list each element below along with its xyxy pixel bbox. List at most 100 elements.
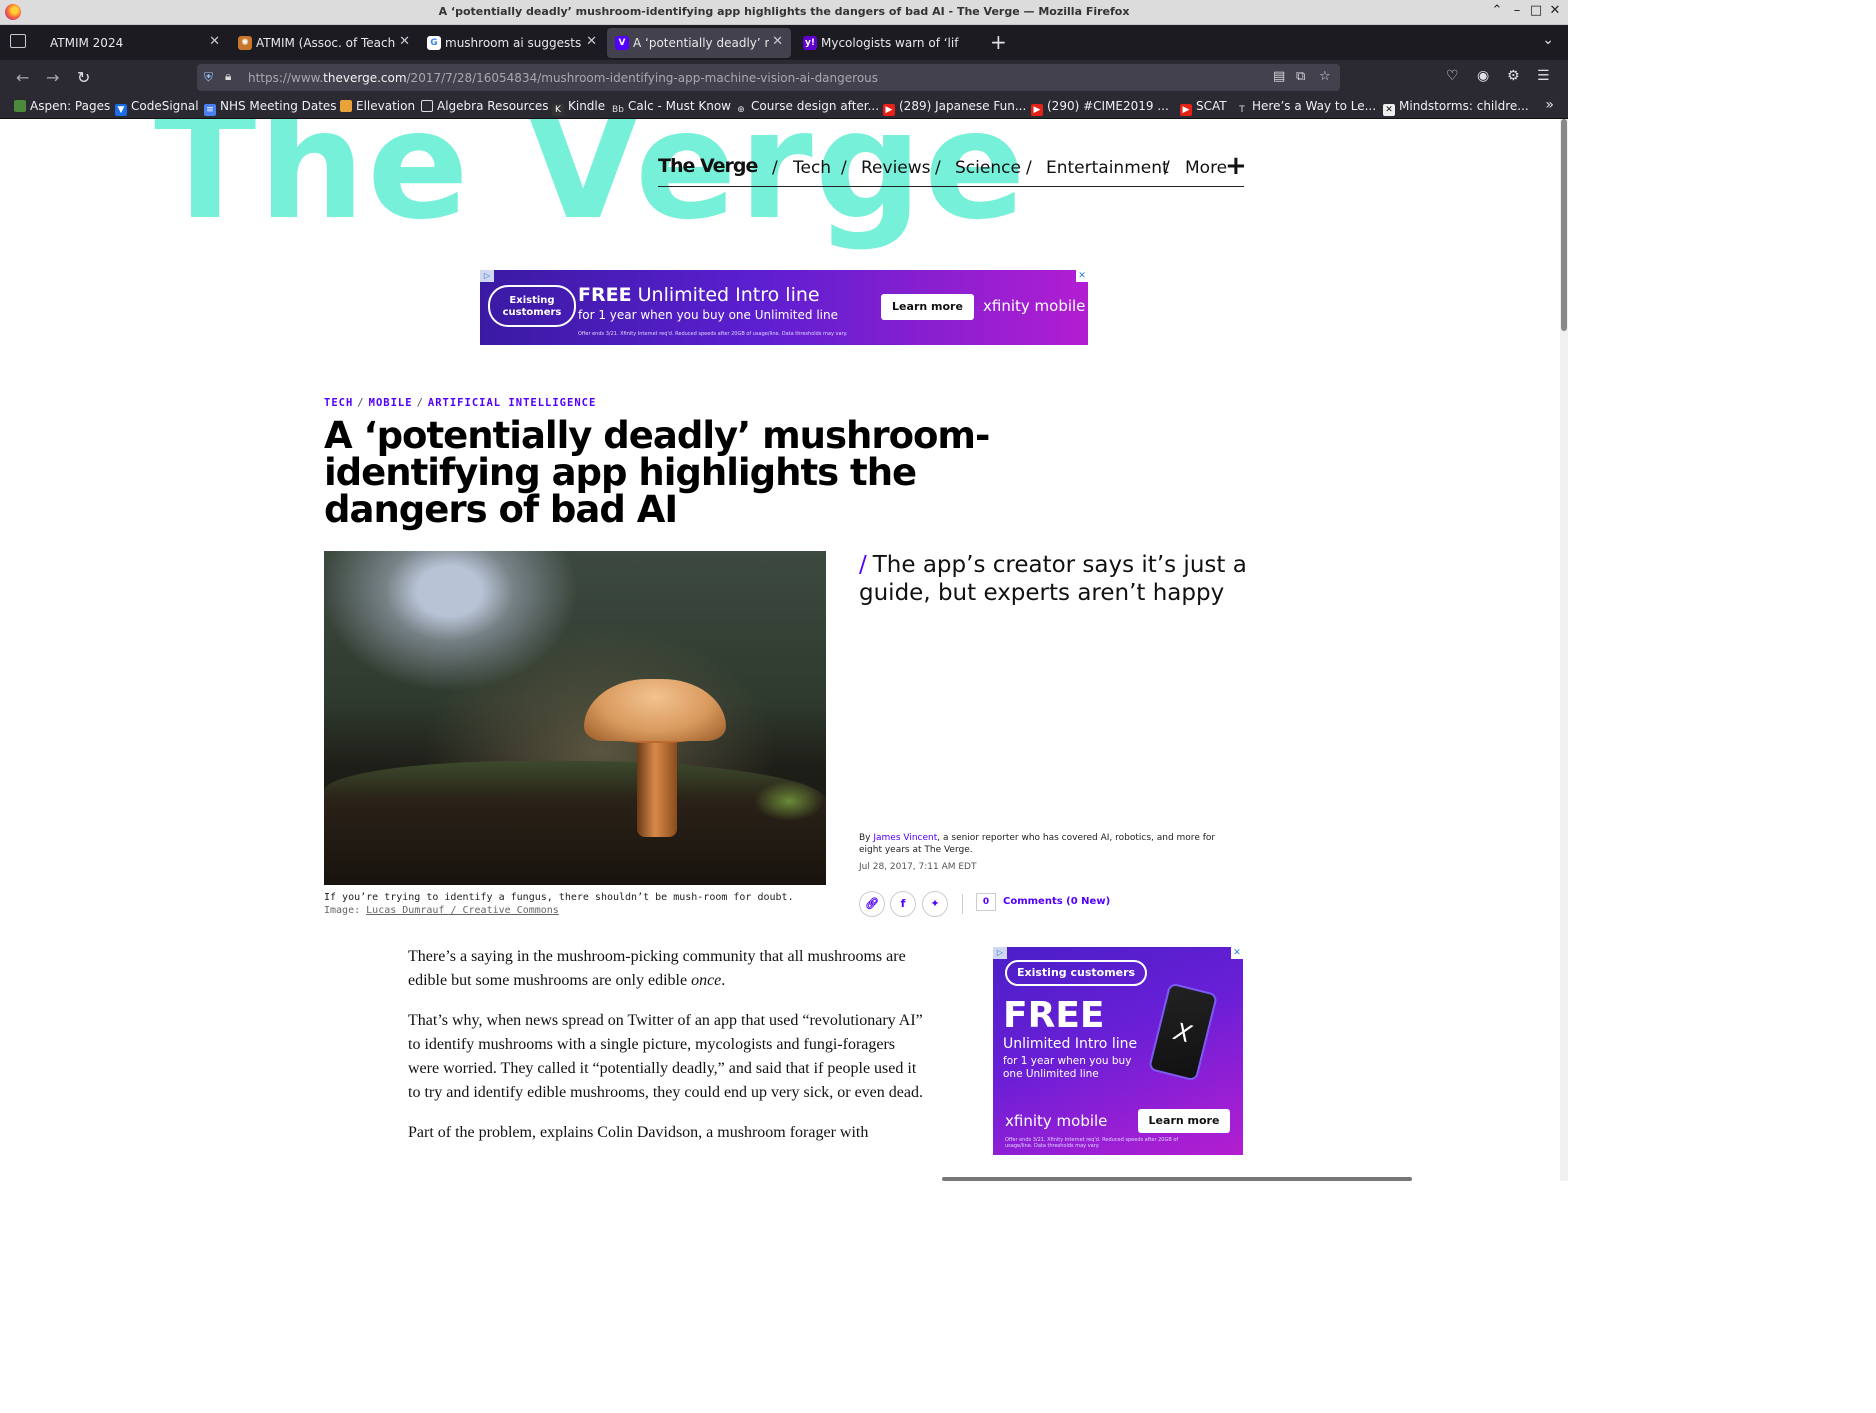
copy-link-icon[interactable]: 🔗︎ [859,891,885,917]
tab-label: ATMIM (Assoc. of Teachers [256,36,396,50]
menu-icon[interactable]: ☰ [1537,68,1550,84]
minimize-button[interactable]: – [1508,3,1526,18]
tab-close-icon[interactable]: ✕ [399,34,410,49]
nav-item-entertainment[interactable]: Entertainment [1046,158,1169,178]
bookmark-mindstorms[interactable]: ✕ Mindstorms: childre... [1383,99,1529,116]
youtube-icon: ▶ [1031,104,1043,116]
ad-learn-more-button[interactable]: Learn more [881,294,974,320]
list-all-tabs-icon[interactable]: ⌄ [1542,32,1554,48]
kindle-icon: K [552,104,564,116]
facebook-icon[interactable]: f [890,891,916,917]
x-logo-icon: X [1171,1017,1195,1049]
article-dek: / The app’s creator says it’s just a guid… [859,552,1247,606]
tab-google-search[interactable]: G mushroom ai suggests p ✕ [419,28,605,58]
scrollbar-thumb[interactable] [1561,119,1567,331]
ad-headline: FREE Unlimited Intro line [578,284,820,306]
address-bar[interactable]: ⛨ 🔒︎ https://www.theverge.com/2017/7/28/… [197,64,1340,91]
breadcrumb-tech[interactable]: TECH [324,397,353,409]
google-favicon-icon: G [427,36,441,50]
bookmark-algebra-resources[interactable]: Algebra Resources [421,99,549,113]
ad-close-icon[interactable]: ✕ [1076,270,1088,282]
reload-button[interactable]: ↻ [77,68,90,87]
tab-yahoo-mycologists[interactable]: y! Mycologists warn of ‘life [795,28,981,58]
ad-fineprint: Offer ends 3/21. Xfinity Internet req'd.… [578,331,848,337]
close-window-button[interactable]: ✕ [1546,3,1564,18]
nav-item-more[interactable]: More [1185,158,1227,178]
bookmark-calc-must-know[interactable]: Bb Calc - Must Know [612,99,731,116]
extensions-icon[interactable]: ⚙ [1507,68,1520,84]
horizontal-scroll-indicator[interactable] [942,1177,1412,1181]
picture-in-picture-icon[interactable]: ⧉ [1296,69,1305,84]
author-link[interactable]: James Vincent [873,833,937,843]
breadcrumb-mobile[interactable]: MOBILE [369,397,413,409]
reader-view-icon[interactable]: ▤ [1273,69,1285,84]
ad-close-icon[interactable]: ✕ [1231,947,1243,959]
image-mushroom-cap [584,679,726,741]
tab-overview-icon[interactable] [10,34,26,48]
folder-icon [421,100,433,112]
byline: By James Vincent, a senior reporter who … [859,833,1216,855]
article-headline: A ‘potentially deadly’ mushroom-identify… [324,414,990,531]
new-tab-button[interactable]: + [990,30,1007,54]
back-button[interactable]: ← [16,68,29,87]
xfinity-sidebar-ad[interactable]: ▷ ✕ Existing customers FREE Unlimited In… [993,947,1243,1155]
adchoices-icon[interactable]: ▷ [993,947,1007,959]
lock-icon[interactable]: 🔒︎ [225,69,231,84]
forward-button[interactable]: → [46,68,59,87]
tracking-shield-icon[interactable]: ⛨ [204,70,213,85]
codesignal-icon: ▼ [115,104,127,116]
paragraph: There’s a saying in the mushroom-picking… [408,948,906,989]
bookmark-ellevation[interactable]: Ellevation [340,99,415,113]
hero-image-mushroom[interactable] [324,551,826,885]
navigation-toolbar: ← → ↻ ⛨ 🔒︎ https://www.theverge.com/2017… [0,60,1568,95]
bookmark-kindle[interactable]: K Kindle [552,99,605,116]
more-bookmarks-icon[interactable]: » [1545,97,1554,113]
bookmark-nhs-meeting-dates[interactable]: ≡ NHS Meeting Dates [204,99,337,116]
bookmark-codesignal[interactable]: ▼ CodeSignal [115,99,199,116]
pocket-icon[interactable]: ♡ [1446,68,1459,84]
window-titlebar: A ‘potentially deadly’ mushroom-identify… [0,0,1568,25]
tab-label: mushroom ai suggests p [445,36,583,50]
bookmark-japanese-fun[interactable]: ▶ (289) Japanese Fun... [883,99,1026,116]
maximize-button[interactable]: □ [1527,3,1545,18]
globe-icon: ⊕ [737,105,745,115]
bookmark-cime2019[interactable]: ▶ (290) #CIME2019 ... [1031,99,1169,116]
page-viewport: The Verge The Verge / Tech / Reviews / S… [4,119,1560,1181]
ellevation-icon [340,100,352,112]
nav-item-reviews[interactable]: Reviews [861,158,931,178]
image-credit: Image: Lucas Dumrauf / Creative Commons [324,905,559,916]
nav-separator: / [1026,158,1032,178]
tab-close-icon[interactable]: ✕ [586,34,597,49]
breadcrumb-ai[interactable]: ARTIFICIAL INTELLIGENCE [428,397,596,409]
collapse-icon[interactable]: ⌃ [1488,3,1506,18]
nav-item-tech[interactable]: Tech [793,158,831,178]
tab-close-icon[interactable]: ✕ [772,34,783,49]
comments-count-badge[interactable]: 0 [976,893,996,911]
comments-link[interactable]: Comments (0 New) [1003,896,1110,907]
twitter-icon[interactable]: ✦ [922,891,948,917]
url-text[interactable]: https://www.theverge.com/2017/7/28/16054… [248,71,878,85]
site-logo[interactable]: The Verge [658,155,758,177]
tab-atmim-assoc[interactable]: ✺ ATMIM (Assoc. of Teachers ✕ [230,28,418,58]
ad-line1: Unlimited Intro line [1003,1036,1138,1052]
aspen-icon [14,100,26,112]
credit-link[interactable]: Lucas Dumrauf / Creative Commons [366,905,559,916]
xfinity-banner-ad[interactable]: ▷ ✕ Existing customers FREE Unlimited In… [480,270,1088,345]
bookmark-course-design[interactable]: ⊕ Course design after... [735,99,879,116]
bb-icon: Bb [612,105,624,115]
bookmark-scat[interactable]: ▶ SCAT [1180,99,1227,116]
ad-pill: Existing customers [488,285,576,327]
tab-close-icon[interactable]: ✕ [209,34,220,49]
tab-verge-article[interactable]: V A ‘potentially deadly’ mu ✕ [607,28,791,58]
more-plus-icon[interactable]: + [1225,151,1247,181]
vertical-scrollbar[interactable] [1560,119,1568,1181]
nav-item-science[interactable]: Science [955,158,1021,178]
bookmark-star-icon[interactable]: ☆ [1319,69,1331,84]
bookmark-heres-a-way[interactable]: T Here’s a Way to Le... [1236,99,1376,116]
ad-learn-more-button[interactable]: Learn more [1138,1109,1230,1133]
paragraph: Part of the problem, explains Colin Davi… [408,1124,869,1141]
account-icon[interactable]: ◉ [1477,68,1489,84]
adchoices-icon[interactable]: ▷ [480,270,494,282]
tab-atmim-2024[interactable]: ATMIM 2024 ✕ [36,28,228,58]
bookmark-aspen[interactable]: Aspen: Pages [14,99,110,113]
